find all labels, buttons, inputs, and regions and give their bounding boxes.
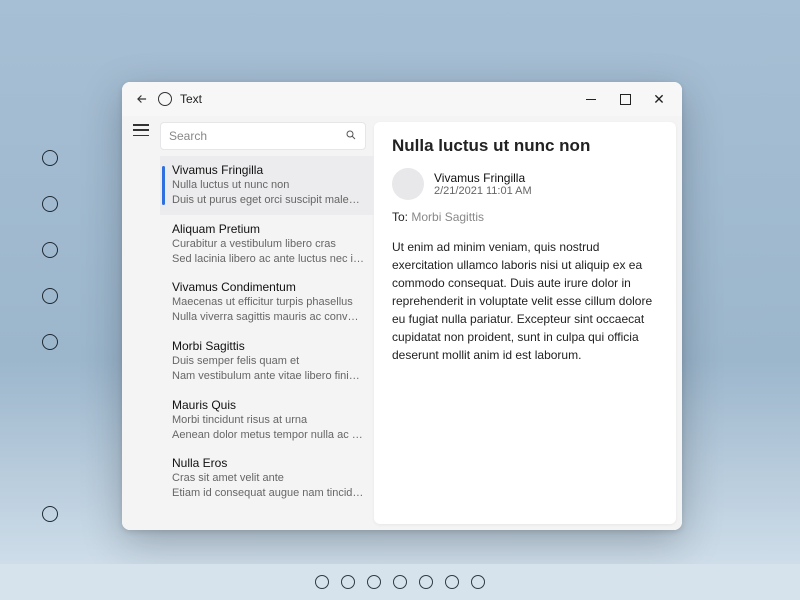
close-button[interactable]: ✕ <box>642 85 676 113</box>
list-item-preview: Nulla viverra sagittis mauris ac convall… <box>172 310 364 325</box>
desktop-side-icon[interactable] <box>42 150 58 166</box>
desktop: Text ✕ Search Vivamus FringillaNulla luc… <box>0 0 800 600</box>
list-item-subtitle: Maecenas ut efficitur turpis phasellus <box>172 295 364 310</box>
list-pane: Search Vivamus FringillaNulla luctus ut … <box>160 116 374 530</box>
detail-pane: Nulla luctus ut nunc non Vivamus Fringil… <box>374 122 676 524</box>
desktop-side-icons <box>42 150 58 350</box>
window-title: Text <box>180 92 202 106</box>
list-item-title: Vivamus Fringilla <box>172 163 364 178</box>
list-item-preview: Aenean dolor metus tempor nulla ac dapib… <box>172 428 364 443</box>
app-icon <box>158 92 172 106</box>
list-item-preview: Nam vestibulum ante vitae libero finibus… <box>172 369 364 384</box>
back-button[interactable] <box>132 89 152 109</box>
list-item-subtitle: Duis semper felis quam et <box>172 354 364 369</box>
taskbar-item[interactable] <box>419 575 433 589</box>
list-item[interactable]: Morbi SagittisDuis semper felis quam etN… <box>160 332 374 391</box>
taskbar-item[interactable] <box>445 575 459 589</box>
list-item-subtitle: Curabitur a vestibulum libero cras <box>172 237 364 252</box>
back-arrow-icon <box>135 92 149 106</box>
search-placeholder: Search <box>169 129 345 143</box>
search-input[interactable]: Search <box>160 122 366 150</box>
taskbar-item[interactable] <box>393 575 407 589</box>
taskbar-item[interactable] <box>315 575 329 589</box>
maximize-button[interactable] <box>608 85 642 113</box>
to-label: To: <box>392 210 408 224</box>
list-item[interactable]: Vivamus CondimentumMaecenas ut efficitur… <box>160 273 374 332</box>
desktop-side-icon[interactable] <box>42 196 58 212</box>
nav-rail <box>122 116 160 530</box>
list-item-preview: Etiam id consequat augue nam tincidunt <box>172 486 364 501</box>
list-item[interactable]: Nulla ErosCras sit amet velit anteEtiam … <box>160 449 374 508</box>
list-item-preview: Duis ut purus eget orci suscipit malesua… <box>172 193 364 208</box>
list-item-subtitle: Cras sit amet velit ante <box>172 471 364 486</box>
list-item-title: Morbi Sagittis <box>172 339 364 354</box>
sender-date: 2/21/2021 11:01 AM <box>434 185 532 197</box>
list-item-title: Nulla Eros <box>172 456 364 471</box>
taskbar-item[interactable] <box>471 575 485 589</box>
desktop-side-icon[interactable] <box>42 334 58 350</box>
app-window: Text ✕ Search Vivamus FringillaNulla luc… <box>122 82 682 530</box>
window-content: Search Vivamus FringillaNulla luctus ut … <box>122 116 682 530</box>
titlebar[interactable]: Text ✕ <box>122 82 682 116</box>
sender-row: Vivamus Fringilla 2/21/2021 11:01 AM <box>392 168 658 200</box>
desktop-side-icon[interactable] <box>42 288 58 304</box>
taskbar-item[interactable] <box>367 575 381 589</box>
list-item[interactable]: Vivamus FringillaNulla luctus ut nunc no… <box>160 156 374 215</box>
desktop-side-icon-bottom[interactable] <box>42 506 58 522</box>
list-item-subtitle: Nulla luctus ut nunc non <box>172 178 364 193</box>
desktop-side-icon[interactable] <box>42 242 58 258</box>
list-item-title: Aliquam Pretium <box>172 222 364 237</box>
message-body: Ut enim ad minim veniam, quis nostrud ex… <box>392 238 658 364</box>
list-item[interactable]: Aliquam PretiumCurabitur a vestibulum li… <box>160 215 374 274</box>
hamburger-icon[interactable] <box>133 124 149 136</box>
avatar <box>392 168 424 200</box>
search-icon <box>345 129 357 144</box>
list-item-subtitle: Morbi tincidunt risus at urna <box>172 413 364 428</box>
list-item[interactable]: Mauris QuisMorbi tincidunt risus at urna… <box>160 391 374 450</box>
taskbar-item[interactable] <box>341 575 355 589</box>
message-list: Vivamus FringillaNulla luctus ut nunc no… <box>160 156 374 530</box>
to-value: Morbi Sagittis <box>411 210 484 224</box>
to-row: To: Morbi Sagittis <box>392 210 658 224</box>
list-item-title: Mauris Quis <box>172 398 364 413</box>
sender-name: Vivamus Fringilla <box>434 171 532 185</box>
list-item-preview: Sed lacinia libero ac ante luctus nec in… <box>172 252 364 267</box>
list-item-title: Vivamus Condimentum <box>172 280 364 295</box>
taskbar[interactable] <box>0 564 800 600</box>
minimize-button[interactable] <box>574 85 608 113</box>
detail-title: Nulla luctus ut nunc non <box>392 136 658 156</box>
